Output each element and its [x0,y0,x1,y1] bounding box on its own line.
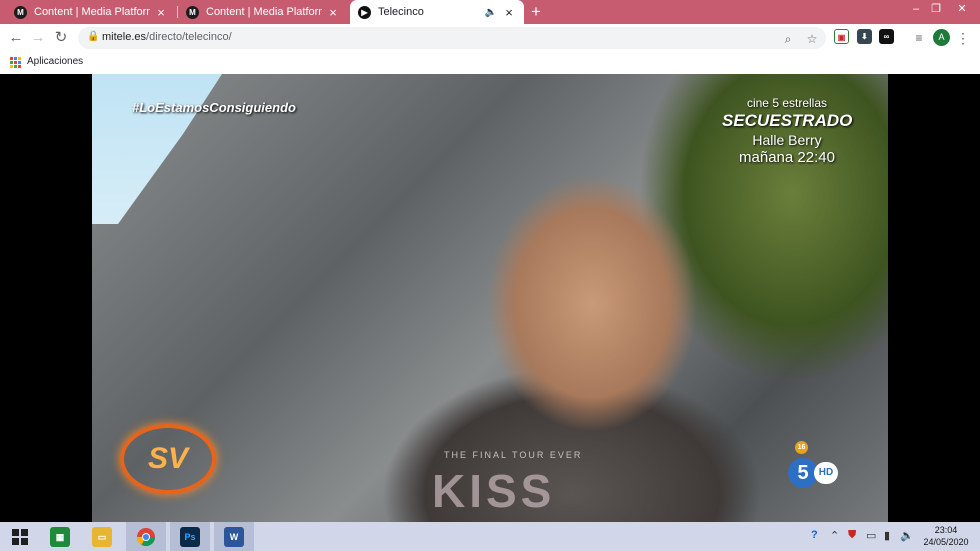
start-button[interactable] [0,522,40,551]
apps-grid-icon[interactable] [10,57,21,68]
profile-avatar[interactable]: A [933,29,950,46]
restore-icon[interactable]: ❐ [923,0,949,20]
promo-schedule: mañana 22:40 [739,149,835,166]
store-icon: ▦ [50,526,70,547]
m-favicon-icon: M [14,5,27,19]
tab-title: Content | Media Platform [34,6,150,18]
shirt-logo: KISS [432,465,556,517]
taskbar-chrome[interactable] [126,522,166,551]
windows-logo-icon [12,528,28,545]
m-favicon-icon: M [186,5,199,19]
media-queue-icon[interactable]: ≡ [911,30,927,46]
bookmarks-bar: Aplicaciones [0,52,980,74]
url-host: mitele.es [102,31,147,43]
url-path: /directo/telecinco/ [146,31,232,43]
tab-content-media-platform-2[interactable]: M Content | Media Platform × [178,0,348,24]
reload-icon[interactable]: ↻ [51,28,71,48]
audio-playing-icon[interactable]: 🔈 [484,7,498,18]
bookmark-star-icon[interactable]: ☆ [804,31,820,47]
extension-shield-icon[interactable]: ▣ [834,29,849,44]
play-favicon-icon: ▶ [358,5,371,19]
tray-expand-icon[interactable]: ⌃ [830,529,839,544]
extension-infinity-icon[interactable]: ∞ [879,29,894,44]
extension-download-icon[interactable]: ⬇ [857,29,872,44]
browser-toolbar: ← → ↻ 🔒 mitele.es/directo/telecinco/ ⌕ ☆… [0,24,980,52]
close-window-icon[interactable]: ✕ [949,0,975,20]
page-content: #LoEstamosConsiguiendo cine 5 estrellas … [0,74,980,522]
help-icon[interactable]: ? [811,529,818,544]
back-icon[interactable]: ← [6,28,26,48]
new-tab-button[interactable]: + [526,2,546,22]
taskbar-clock[interactable]: 23:04 24/05/2020 [920,524,972,548]
taskbar-photoshop[interactable]: Ps [170,522,210,551]
browser-menu-icon[interactable]: ⋮ [956,28,970,48]
tab-telecinco[interactable]: ▶ Telecinco 🔈 × [350,0,524,24]
close-icon[interactable]: × [326,5,340,20]
clock-date: 24/05/2020 [923,537,969,547]
battery-icon[interactable]: ▮ [884,529,890,544]
clock-time: 23:04 [934,525,958,535]
program-promo: cine 5 estrellas SECUESTRADO Halle Berry… [722,96,852,166]
zoom-search-icon[interactable]: ⌕ [780,31,796,47]
tab-content-media-platform-1[interactable]: M Content | Media Platform × [6,0,176,24]
tab-strip: M Content | Media Platform × M Content |… [0,0,980,24]
url-text[interactable]: mitele.es/directo/telecinco/ [102,31,232,43]
windows-taskbar: ▦ ▭ Ps W ? ⌃ ⛊ ▭ ▮ 🔈 23:04 24/05/2020 [0,522,980,551]
promo-line: cine 5 estrellas [746,96,828,110]
photoshop-icon: Ps [180,526,200,547]
apps-bookmark[interactable]: Aplicaciones [27,56,83,67]
video-sky [92,74,222,224]
close-icon[interactable]: × [154,5,168,20]
hd-badge: HD [814,462,838,484]
taskbar-store[interactable]: ▦ [40,522,80,551]
forward-icon[interactable]: → [28,28,48,48]
chrome-icon [137,527,155,546]
promo-title: SECUESTRADO [722,111,853,130]
taskbar-word[interactable]: W [214,522,254,551]
close-icon[interactable]: × [502,5,516,20]
taskbar-file-explorer[interactable]: ▭ [82,522,122,551]
word-icon: W [224,526,244,547]
shirt-text: THE FINAL TOUR EVER [444,450,583,460]
tab-title: Content | Media Platform [206,6,322,18]
age-rating-badge: 16 [795,441,808,454]
live-video-player[interactable]: #LoEstamosConsiguiendo cine 5 estrellas … [92,74,888,522]
security-tray-icon[interactable]: ⛊ [848,529,856,544]
folder-icon: ▭ [92,526,112,547]
promo-actor: Halle Berry [752,132,822,148]
lock-icon[interactable]: 🔒 [87,31,99,45]
address-bar[interactable]: 🔒 mitele.es/directo/telecinco/ ⌕ ☆ [78,27,826,49]
video-hashtag: #LoEstamosConsiguiendo [132,100,296,115]
show-logo: SV [120,424,216,494]
tab-title: Telecinco [378,6,424,18]
display-tray-icon[interactable]: ▭ [866,529,876,544]
volume-icon[interactable]: 🔈 [900,529,914,544]
